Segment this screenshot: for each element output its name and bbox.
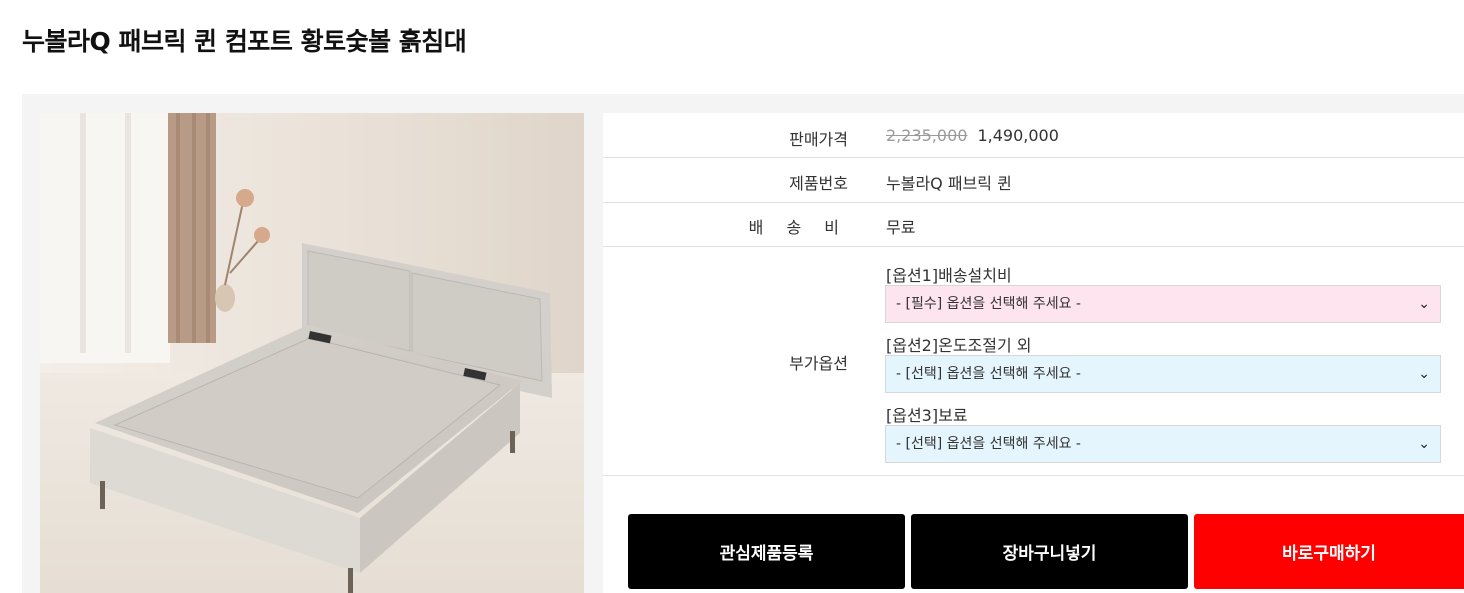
option-1-label: [옵션1]배송설치비: [886, 266, 1012, 285]
add-to-cart-button[interactable]: 장바구니넣기: [911, 514, 1188, 589]
product-image: [40, 113, 584, 593]
original-price: 2,235,000: [886, 126, 968, 145]
product-code-label: 제품번호: [789, 174, 848, 193]
options-label: 부가옵션: [789, 354, 848, 373]
shipping-value: 무료: [886, 218, 916, 237]
chevron-down-icon: ⌄: [1418, 296, 1430, 312]
option-3-label: [옵션3]보료: [886, 406, 968, 425]
product-title: 누볼라Q 패브릭 퀸 컴포트 황토숯볼 흙침대: [22, 27, 467, 56]
options-row: 부가옵션 [옵션1]배송설치비 - [필수] 옵션을 선택해 주세요 - ⌄ […: [603, 247, 1464, 476]
wishlist-button[interactable]: 관심제품등록: [628, 514, 905, 589]
chevron-down-icon: ⌄: [1418, 436, 1430, 452]
sale-price: 1,490,000: [977, 126, 1059, 145]
chevron-down-icon: ⌄: [1418, 366, 1430, 382]
option-3-selected: - [선택] 옵션을 선택해 주세요 -: [896, 436, 1081, 452]
option-1-selected: - [필수] 옵션을 선택해 주세요 -: [896, 296, 1081, 312]
option-3-select[interactable]: - [선택] 옵션을 선택해 주세요 - ⌄: [885, 425, 1441, 463]
price-label: 판매가격: [789, 130, 848, 149]
buy-now-button[interactable]: 바로구매하기: [1194, 514, 1464, 589]
price-row: 판매가격 2,235,000 1,490,000: [603, 113, 1464, 158]
option-2-select[interactable]: - [선택] 옵션을 선택해 주세요 - ⌄: [885, 355, 1441, 393]
price-value: 2,235,000 1,490,000: [886, 126, 1059, 145]
shipping-label: 배 송 비: [748, 218, 848, 237]
shipping-row: 배 송 비 무료: [603, 203, 1464, 247]
product-code-row: 제품번호 누볼라Q 패브릭 퀸: [603, 158, 1464, 203]
option-1-select[interactable]: - [필수] 옵션을 선택해 주세요 - ⌄: [885, 285, 1441, 323]
option-2-selected: - [선택] 옵션을 선택해 주세요 -: [896, 366, 1081, 382]
product-code-value: 누볼라Q 패브릭 퀸: [886, 174, 1012, 193]
option-2-label: [옵션2]온도조절기 외: [886, 336, 1032, 355]
